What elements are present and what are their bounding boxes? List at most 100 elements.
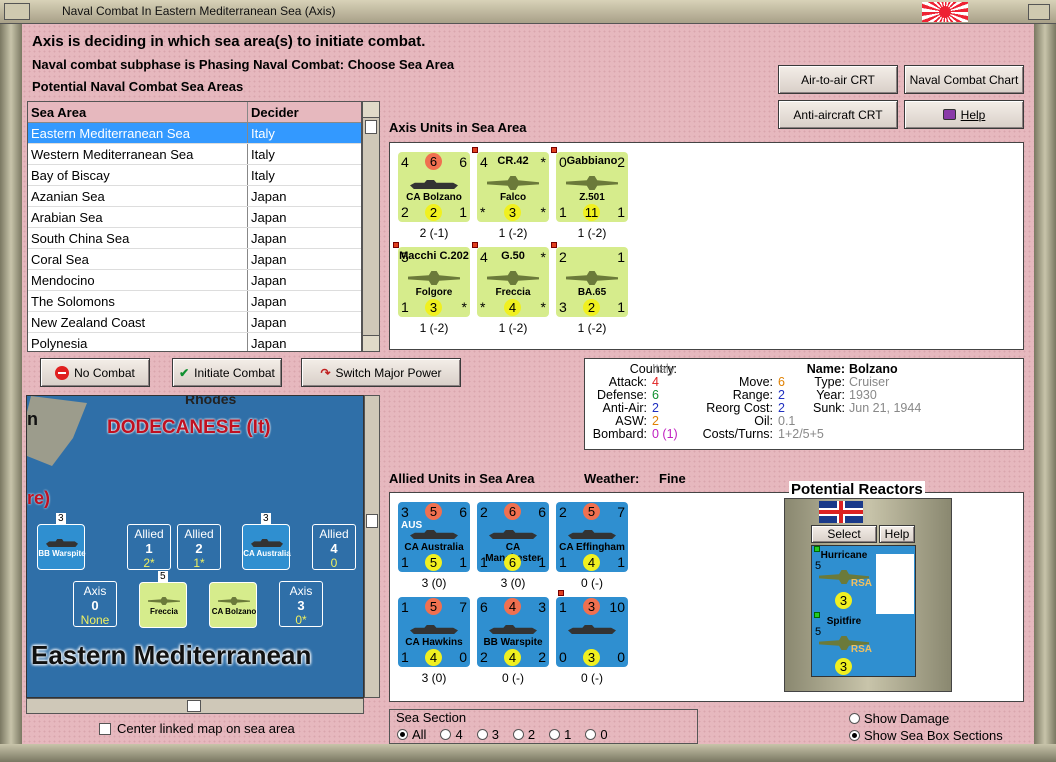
decider-cell: Italy — [251, 147, 275, 162]
sea-section-options: All 4 3 2 1 0 — [397, 727, 622, 743]
table-row[interactable]: South China Sea Japan — [28, 228, 361, 249]
counter-bottom-right: 1 — [617, 204, 625, 220]
center-linked-checkbox[interactable] — [99, 723, 111, 735]
counter-status: 0 (-) — [581, 576, 603, 590]
allied-unit-counter[interactable]: 1 3 10 0 3 0 0 (-) — [556, 597, 628, 685]
box-label: Allied — [184, 527, 214, 541]
allied-unit-counter[interactable]: 1 5 7 CA Hawkins 1 4 0 3 (0) — [398, 597, 470, 685]
show-damage-option[interactable]: Show Damage — [849, 711, 963, 727]
table-row[interactable]: The Solomons Japan — [28, 291, 361, 312]
air-to-air-crt-button[interactable]: Air-to-air CRT — [778, 65, 898, 94]
box-value: 1* — [193, 556, 205, 570]
map-unit-counter[interactable]: CA Bolzano — [209, 582, 257, 628]
sea-map[interactable]: Rhodes DODECANESE (It) n re) Allied 1 2* Al… — [26, 395, 364, 698]
axis-sea-box[interactable]: Axis 0 None — [73, 581, 117, 627]
counter-bottom-left: 2 — [401, 204, 409, 220]
show-sections-option[interactable]: Show Sea Box Sections — [849, 728, 1017, 744]
minimize-button[interactable] — [1028, 4, 1050, 20]
scroll-down-arrow-icon[interactable] — [363, 335, 379, 351]
active-marker-icon — [551, 242, 557, 248]
box-number: 3 — [297, 598, 305, 613]
map-vscroll-thumb[interactable] — [366, 514, 378, 528]
reactors-select-button[interactable]: Select — [811, 525, 877, 543]
sea-section-option-All[interactable]: All — [397, 727, 426, 742]
naval-combat-chart-button[interactable]: Naval Combat Chart — [904, 65, 1024, 94]
show-damage-radio[interactable] — [849, 713, 860, 724]
asw-value: 2 — [652, 414, 659, 428]
table-scrollbar[interactable] — [362, 101, 380, 352]
map-unit-counter[interactable]: BB Warspite 3 — [37, 513, 86, 570]
counter-attack: 4 — [504, 598, 521, 615]
reactors-help-button[interactable]: Help — [879, 525, 915, 543]
sea-section-option-3[interactable]: 3 — [476, 727, 499, 742]
scroll-up-arrow-icon[interactable] — [363, 102, 379, 118]
map-hscrollbar[interactable] — [26, 698, 364, 714]
table-row[interactable]: Coral Sea Japan — [28, 249, 361, 270]
table-row[interactable]: New Zealand Coast Japan — [28, 312, 361, 333]
table-row[interactable]: Azanian Sea Japan — [28, 186, 361, 207]
counter-bottom-right: 1 — [459, 554, 467, 570]
table-row[interactable]: Bay of Biscay Italy — [28, 165, 361, 186]
map-unit-counter[interactable]: CA Australia 3 — [242, 513, 291, 570]
anti-aircraft-crt-button[interactable]: Anti-aircraft CRT — [778, 100, 898, 129]
map-unit-counter[interactable]: Freccia 5 — [139, 571, 187, 628]
help-button[interactable]: Help — [904, 100, 1024, 129]
allied-unit-counter[interactable]: 2 5 7 CA Effingham 1 4 1 0 (-) — [556, 502, 628, 590]
sea-section-radio[interactable] — [549, 729, 561, 740]
allied-sea-box[interactable]: Allied 2 1* — [177, 524, 221, 570]
allied-unit-counter[interactable]: 6 4 3 BB Warspite 2 4 2 0 (-) — [477, 597, 549, 685]
decider-cell: Japan — [251, 189, 287, 204]
table-row[interactable]: Western Mediterranean Sea Italy — [28, 144, 361, 165]
reactor-unit-counter[interactable]: Spitfire 5 RSA 3 — [813, 614, 875, 676]
show-sections-radio[interactable] — [849, 730, 860, 741]
aircraft-silhouette-icon — [566, 176, 618, 190]
axis-unit-counter[interactable]: 2 1 BA.65 3 2 1 1 (-2) — [556, 247, 628, 335]
sea-section-option-2[interactable]: 2 — [512, 727, 535, 742]
map-hscroll-thumb[interactable] — [187, 700, 201, 712]
axis-sea-box[interactable]: Axis 3 0* — [279, 581, 323, 627]
reactor-unit-counter[interactable]: Hurricane 5 RSA 3 — [813, 548, 875, 610]
counter-bottom-right: 1 — [459, 204, 467, 220]
system-menu-icon[interactable] — [4, 3, 30, 20]
sea-section-radio[interactable] — [476, 729, 488, 740]
counter-top-right: 6 — [459, 154, 467, 170]
table-row[interactable]: Eastern Mediterranean Sea Italy — [28, 123, 361, 144]
axis-unit-counter[interactable]: 4 6 6 CA Bolzano 2 2 1 2 (-1) — [398, 152, 470, 240]
axis-unit-counter[interactable]: 4 G.50 * Freccia * 4 * 1 (-2) — [477, 247, 549, 335]
allied-sea-box[interactable]: Allied 4 0 — [312, 524, 356, 570]
table-row[interactable]: Arabian Sea Japan — [28, 207, 361, 228]
sea-section-radio[interactable] — [512, 729, 524, 740]
no-combat-button[interactable]: No Combat — [40, 358, 150, 387]
right-frame — [1034, 24, 1056, 762]
allied-unit-counter[interactable]: 3 5 6 AUS CA Australia 1 5 1 3 (0) — [398, 502, 470, 590]
counter-top-left: 2 — [480, 504, 488, 520]
allied-sea-box[interactable]: Allied 1 2* — [127, 524, 171, 570]
asw-label: ASW: — [615, 414, 647, 428]
switch-major-power-button[interactable]: ↷ Switch Major Power — [301, 358, 461, 387]
title-bar[interactable]: Naval Combat In Eastern Mediterranean Se… — [0, 0, 1056, 24]
col-sea-area[interactable]: Sea Area — [28, 102, 248, 122]
scroll-thumb[interactable] — [365, 120, 377, 134]
axis-unit-counter[interactable]: 4 CR.42 * Falco * 3 * 1 (-2) — [477, 152, 549, 240]
axis-unit-counter[interactable]: 0 Gabbiano 2 Z.501 1 11 1 1 (-2) — [556, 152, 628, 240]
sea-section-option-1[interactable]: 1 — [549, 727, 571, 742]
col-decider[interactable]: Decider — [248, 102, 302, 122]
sea-section-option-0[interactable]: 0 — [585, 727, 608, 742]
counter-top-left: 3 — [401, 504, 409, 520]
sea-section-option-4[interactable]: 4 — [440, 727, 463, 742]
box-number: 2 — [195, 541, 203, 556]
counter-attack: 6 — [425, 153, 442, 170]
allied-unit-counter[interactable]: 266CA Manchester1613 (0) — [477, 502, 549, 590]
axis-unit-counter[interactable]: 5 Macchi C.202 Folgore 1 3 * 1 (-2) — [398, 247, 470, 335]
sea-area-cell: Western Mediterranean Sea — [28, 144, 248, 164]
table-row[interactable]: Polynesia Japan — [28, 333, 361, 351]
sea-section-radio[interactable] — [585, 729, 597, 740]
nation-tag: AUS — [401, 520, 423, 531]
sea-area-cell: Polynesia — [28, 333, 248, 351]
table-row[interactable]: Mendocino Japan — [28, 270, 361, 291]
sea-section-radio[interactable] — [440, 729, 452, 740]
map-vscrollbar[interactable] — [364, 395, 380, 698]
sea-section-radio[interactable] — [397, 729, 408, 740]
initiate-combat-button[interactable]: ✔ Initiate Combat — [172, 358, 282, 387]
ship-silhouette-icon — [410, 180, 458, 189]
